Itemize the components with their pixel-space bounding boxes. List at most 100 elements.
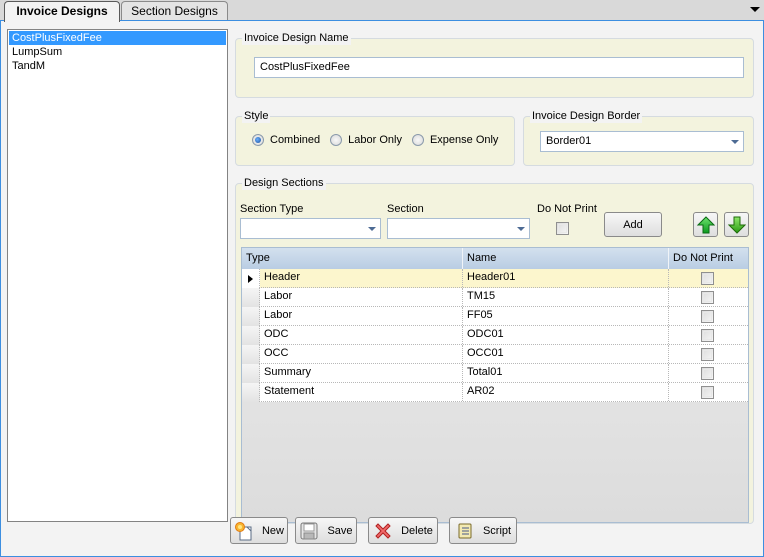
- column-header-name[interactable]: Name: [463, 248, 669, 269]
- column-header-type[interactable]: Type: [242, 248, 463, 269]
- green-down-arrow-icon: [727, 216, 746, 234]
- script-scroll-icon: [458, 523, 472, 538]
- cell-name[interactable]: AR02: [463, 383, 669, 401]
- section-label: Section: [387, 203, 424, 215]
- row-header[interactable]: [242, 345, 260, 364]
- do-not-print-checkbox[interactable]: [556, 222, 569, 235]
- cell-do-not-print: [669, 345, 748, 363]
- cell-name[interactable]: OCC01: [463, 345, 669, 363]
- do-not-print-checkbox[interactable]: [701, 291, 714, 304]
- save-button[interactable]: Save: [295, 517, 357, 544]
- group-title: Design Sections: [242, 176, 326, 190]
- invoice-design-name-group: Invoice Design Name CostPlusFixedFee: [235, 31, 754, 98]
- add-button[interactable]: Add: [604, 212, 662, 237]
- do-not-print-checkbox[interactable]: [701, 329, 714, 342]
- cell-name[interactable]: Total01: [463, 364, 669, 382]
- table-row[interactable]: Statement AR02: [242, 383, 748, 402]
- save-disk-icon: [300, 522, 318, 539]
- tab-list-dropdown-icon[interactable]: [750, 7, 760, 12]
- row-header[interactable]: [242, 269, 260, 288]
- group-title: Style: [242, 109, 271, 123]
- style-group: Style Combined Labor Only Expense Only: [235, 109, 515, 166]
- cell-name[interactable]: TM15: [463, 288, 669, 306]
- script-button-label: Script: [482, 524, 512, 537]
- move-up-button[interactable]: [693, 212, 718, 237]
- row-header[interactable]: [242, 307, 260, 326]
- move-down-button[interactable]: [724, 212, 749, 237]
- table-row[interactable]: ODC ODC01: [242, 326, 748, 345]
- row-header[interactable]: [242, 288, 260, 307]
- cell-name[interactable]: FF05: [463, 307, 669, 325]
- design-sections-grid[interactable]: Type Name Do Not Print Header Header01 L…: [241, 247, 749, 523]
- row-header[interactable]: [242, 364, 260, 383]
- new-button[interactable]: New: [230, 517, 288, 544]
- group-title: Invoice Design Name: [242, 31, 351, 45]
- group-title: Invoice Design Border: [530, 109, 643, 123]
- cell-type[interactable]: Labor: [260, 288, 463, 306]
- chevron-down-icon[interactable]: [727, 132, 743, 151]
- cell-do-not-print: [669, 269, 748, 287]
- border-select-value: Border01: [546, 135, 592, 147]
- cell-type[interactable]: Labor: [260, 307, 463, 325]
- new-button-label: New: [261, 524, 284, 537]
- cell-name[interactable]: Header01: [463, 269, 669, 287]
- border-select[interactable]: Border01: [540, 131, 744, 152]
- green-up-arrow-icon: [696, 215, 715, 233]
- invoice-design-list[interactable]: CostPlusFixedFee LumpSum TandM: [7, 29, 228, 522]
- radio-combined[interactable]: [252, 134, 264, 146]
- radio-expense-only[interactable]: [411, 134, 424, 146]
- style-radio-group: Combined Labor Only Expense Only: [252, 134, 508, 146]
- table-row[interactable]: Labor FF05: [242, 307, 748, 326]
- section-type-select[interactable]: [240, 218, 381, 239]
- column-header-do-not-print[interactable]: Do Not Print: [669, 248, 748, 269]
- tab-section-designs[interactable]: Section Designs: [121, 1, 228, 21]
- cell-type[interactable]: ODC: [260, 326, 463, 344]
- do-not-print-checkbox[interactable]: [701, 348, 714, 361]
- tab-strip: Invoice Designs Section Designs: [0, 0, 764, 22]
- grid-body: Header Header01 Labor TM15 Labor FF05 OD…: [242, 269, 748, 402]
- delete-button-label: Delete: [401, 524, 433, 537]
- radio-label[interactable]: Expense Only: [430, 134, 498, 146]
- save-button-label: Save: [327, 524, 353, 537]
- radio-label[interactable]: Labor Only: [348, 134, 402, 146]
- do-not-print-checkbox[interactable]: [701, 367, 714, 380]
- cell-type[interactable]: Statement: [260, 383, 463, 401]
- table-row[interactable]: Labor TM15: [242, 288, 748, 307]
- table-row[interactable]: OCC OCC01: [242, 345, 748, 364]
- radio-label[interactable]: Combined: [270, 134, 320, 146]
- cell-name[interactable]: ODC01: [463, 326, 669, 344]
- cell-type[interactable]: OCC: [260, 345, 463, 363]
- table-row[interactable]: Summary Total01: [242, 364, 748, 383]
- row-header[interactable]: [242, 326, 260, 345]
- cell-do-not-print: [669, 364, 748, 382]
- cell-type[interactable]: Header: [260, 269, 463, 287]
- chevron-down-icon[interactable]: [513, 219, 529, 238]
- cell-do-not-print: [669, 326, 748, 344]
- delete-button[interactable]: Delete: [368, 517, 438, 544]
- section-select[interactable]: [387, 218, 530, 239]
- invoice-designs-panel: CostPlusFixedFee LumpSum TandM Invoice D…: [0, 20, 764, 557]
- list-item[interactable]: LumpSum: [9, 45, 226, 59]
- grid-header: Type Name Do Not Print: [242, 248, 748, 269]
- table-row[interactable]: Header Header01: [242, 269, 748, 288]
- new-document-icon: [234, 521, 252, 540]
- list-item[interactable]: CostPlusFixedFee: [9, 31, 226, 45]
- radio-labor-only[interactable]: [330, 134, 343, 146]
- do-not-print-checkbox[interactable]: [701, 272, 714, 285]
- invoice-design-name-input[interactable]: CostPlusFixedFee: [254, 57, 744, 78]
- invoice-design-border-group: Invoice Design Border Border01: [523, 109, 754, 166]
- row-header[interactable]: [242, 383, 260, 402]
- do-not-print-label: Do Not Print: [537, 203, 597, 215]
- do-not-print-checkbox[interactable]: [701, 386, 714, 399]
- script-button[interactable]: Script: [449, 517, 517, 544]
- cell-do-not-print: [669, 383, 748, 401]
- delete-x-icon: [375, 522, 391, 539]
- chevron-down-icon[interactable]: [364, 219, 380, 238]
- section-type-label: Section Type: [240, 203, 304, 215]
- cell-do-not-print: [669, 288, 748, 306]
- cell-type[interactable]: Summary: [260, 364, 463, 382]
- cell-do-not-print: [669, 307, 748, 325]
- list-item[interactable]: TandM: [9, 59, 226, 73]
- tab-invoice-designs[interactable]: Invoice Designs: [4, 1, 120, 22]
- do-not-print-checkbox[interactable]: [701, 310, 714, 323]
